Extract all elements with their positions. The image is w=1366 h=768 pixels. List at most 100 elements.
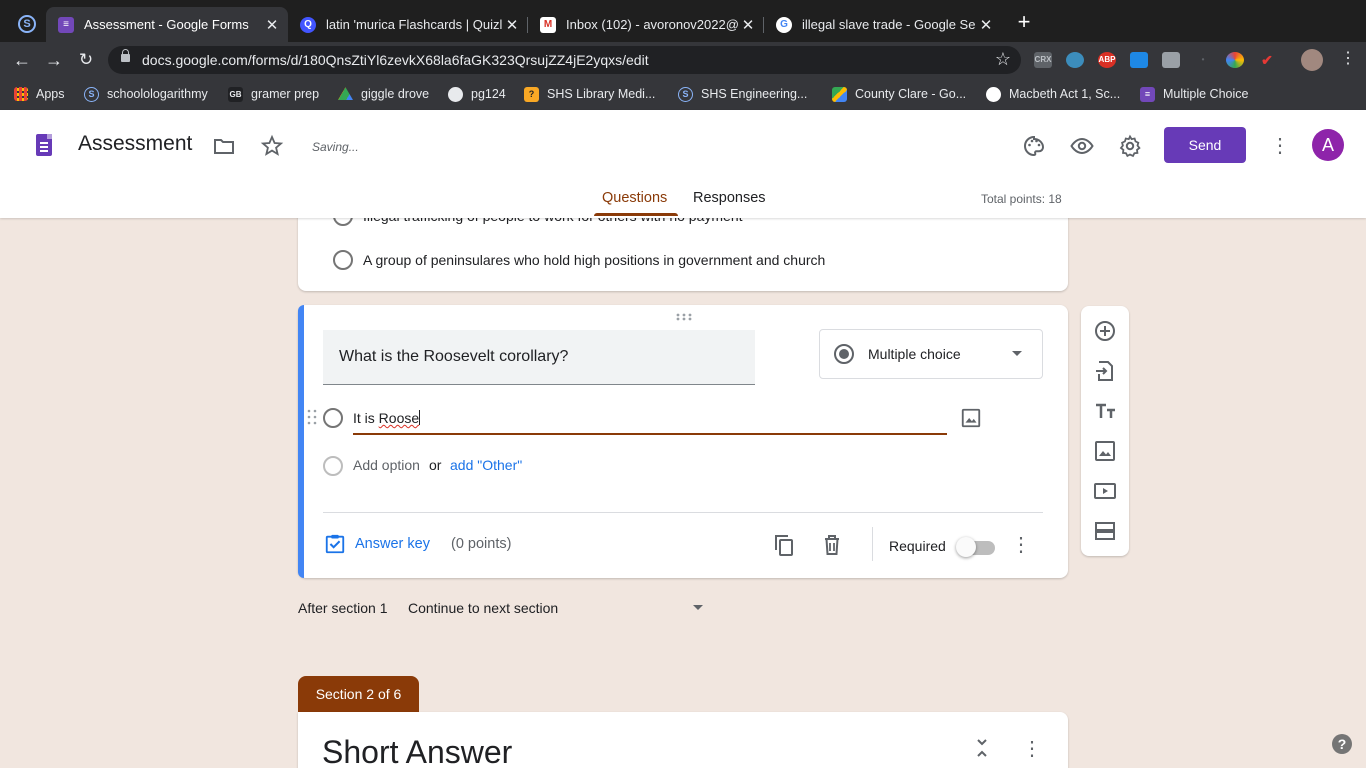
close-tab-icon[interactable]: ✕ bbox=[738, 16, 758, 34]
form-title[interactable]: Assessment bbox=[78, 132, 192, 156]
google-maps-icon bbox=[832, 86, 847, 102]
bookmark-favicon-icon bbox=[986, 86, 1001, 102]
profile-avatar[interactable] bbox=[1301, 49, 1323, 71]
answer-key-button[interactable]: Answer key bbox=[355, 536, 430, 552]
bookmark-multiple-choice[interactable]: ≡ Multiple Choice bbox=[1140, 86, 1248, 102]
forward-icon[interactable]: → bbox=[44, 50, 64, 70]
preview-eye-icon[interactable] bbox=[1070, 134, 1094, 158]
palette-icon[interactable] bbox=[1022, 134, 1046, 158]
google-icon: G bbox=[776, 16, 792, 33]
bookmark-pg124[interactable]: pg124 bbox=[448, 86, 506, 102]
option-input-text: It is Roose bbox=[353, 410, 421, 426]
tab-google-forms[interactable]: ≡ Assessment - Google Forms ✕ bbox=[46, 7, 288, 42]
more-options-icon[interactable]: ⋮ bbox=[1011, 533, 1031, 557]
tab-quizlet[interactable]: Q latin 'murica Flashcards | Quizlet ✕ bbox=[288, 7, 528, 42]
bookmark-label: pg124 bbox=[471, 87, 506, 101]
points-value: (0 points) bbox=[451, 536, 512, 552]
extension-icon[interactable]: • bbox=[1194, 52, 1212, 68]
bookmark-shs-engineering[interactable]: S SHS Engineering... bbox=[678, 86, 807, 102]
close-tab-icon[interactable]: ✕ bbox=[502, 16, 522, 34]
browser-tab-strip: S ≡ Assessment - Google Forms ✕ Q latin … bbox=[0, 0, 1366, 42]
briefcase-extension-icon[interactable] bbox=[1162, 52, 1180, 68]
google-drive-icon bbox=[338, 87, 353, 100]
add-title-text-icon[interactable] bbox=[1093, 399, 1117, 423]
section-navigation-select[interactable]: Continue to next section bbox=[408, 600, 558, 616]
google-forms-logo-icon[interactable] bbox=[36, 134, 52, 156]
misspelled-word: Roose bbox=[378, 410, 420, 426]
send-button[interactable]: Send bbox=[1164, 127, 1246, 163]
tab-google-search[interactable]: G illegal slave trade - Google Sea ✕ bbox=[764, 7, 1002, 42]
reload-icon[interactable]: ↻ bbox=[76, 50, 96, 70]
folder-icon[interactable] bbox=[212, 134, 236, 158]
bookmark-giggle-drove[interactable]: giggle drove bbox=[338, 86, 429, 102]
address-bar[interactable]: docs.google.com/forms/d/180QnsZtiYl6zevk… bbox=[108, 46, 1021, 74]
bookmark-label: County Clare - Go... bbox=[855, 87, 967, 101]
bookmark-county-clare[interactable]: County Clare - Go... bbox=[832, 86, 966, 102]
new-tab-icon[interactable]: + bbox=[1014, 11, 1034, 33]
add-video-icon[interactable] bbox=[1093, 479, 1117, 503]
total-points: Total points: 18 bbox=[981, 192, 1062, 206]
tab-title: Assessment - Google Forms bbox=[84, 17, 249, 32]
after-section-label: After section 1 bbox=[298, 600, 388, 616]
delete-trash-icon[interactable] bbox=[820, 533, 844, 557]
owl-extension-icon[interactable] bbox=[1066, 52, 1084, 68]
more-vert-icon[interactable]: ⋮ bbox=[1270, 134, 1290, 158]
question-title-field[interactable]: What is the Roosevelt corollary? bbox=[323, 330, 755, 385]
option-text-prefix: It is bbox=[353, 410, 379, 426]
option-radio[interactable] bbox=[323, 408, 343, 428]
account-avatar[interactable]: A bbox=[1312, 129, 1344, 161]
schoology-profile-icon[interactable]: S bbox=[18, 15, 36, 33]
drag-handle-icon[interactable] bbox=[676, 313, 692, 321]
add-other-button[interactable]: add "Other" bbox=[450, 457, 522, 473]
gb-icon: GB bbox=[228, 86, 243, 102]
tab-gmail[interactable]: M Inbox (102) - avoronov2022@s ✕ bbox=[528, 7, 764, 42]
answer-key-checkbox-icon[interactable] bbox=[324, 533, 346, 555]
required-label: Required bbox=[889, 538, 946, 554]
section-title[interactable]: Short Answer bbox=[322, 734, 512, 768]
question-type-dropdown[interactable]: Multiple choice bbox=[819, 329, 1043, 379]
import-questions-icon[interactable] bbox=[1093, 359, 1117, 383]
bookmarks-bar: Apps S schoolologarithmy GB gramer prep … bbox=[0, 78, 1366, 110]
bookmark-shs-library[interactable]: ? SHS Library Medi... bbox=[524, 86, 655, 102]
color-extension-icon[interactable] bbox=[1226, 52, 1244, 68]
footer-divider bbox=[872, 527, 873, 561]
radio-button-icon bbox=[834, 344, 854, 364]
bookmark-macbeth[interactable]: Macbeth Act 1, Sc... bbox=[986, 86, 1120, 102]
bookmark-star-icon[interactable]: ☆ bbox=[995, 49, 1011, 70]
option-drag-handle-icon[interactable] bbox=[307, 409, 317, 425]
add-option-button[interactable]: Add option bbox=[353, 457, 420, 473]
tab-questions[interactable]: Questions bbox=[602, 190, 667, 206]
option-text[interactable]: A group of peninsulares who hold high po… bbox=[363, 252, 825, 268]
extension-icon[interactable] bbox=[1130, 52, 1148, 68]
option-radio[interactable] bbox=[333, 250, 353, 270]
back-icon[interactable]: ← bbox=[12, 50, 32, 70]
close-tab-icon[interactable]: ✕ bbox=[262, 16, 282, 34]
adblock-plus-icon[interactable]: ABP bbox=[1098, 52, 1116, 68]
close-tab-icon[interactable]: ✕ bbox=[976, 16, 996, 34]
bookmark-apps[interactable]: Apps bbox=[14, 86, 65, 102]
apps-grid-icon bbox=[14, 87, 28, 101]
browser-menu-icon[interactable]: ⋮ bbox=[1340, 50, 1356, 68]
question-card[interactable]: What is the Roosevelt corollary? Multipl… bbox=[298, 305, 1068, 578]
add-question-icon[interactable] bbox=[1093, 319, 1117, 343]
section-2-card[interactable]: Short Answer ⋮ bbox=[298, 712, 1068, 768]
check-extension-icon[interactable]: ✔ bbox=[1258, 52, 1276, 68]
add-image-icon[interactable] bbox=[960, 407, 982, 429]
add-image-icon[interactable] bbox=[1093, 439, 1117, 463]
settings-gear-icon[interactable] bbox=[1118, 134, 1142, 158]
required-toggle-knob[interactable] bbox=[956, 537, 976, 557]
option-input[interactable]: It is Roose bbox=[353, 407, 947, 435]
bookmark-schoology[interactable]: S schoolologarithmy bbox=[84, 86, 208, 102]
tab-title: Inbox (102) - avoronov2022@s bbox=[566, 17, 738, 32]
section-more-options-icon[interactable]: ⋮ bbox=[1022, 737, 1042, 761]
tab-responses[interactable]: Responses bbox=[693, 190, 766, 206]
help-icon[interactable]: ? bbox=[1332, 734, 1352, 754]
crx-extension-icon[interactable]: CRX bbox=[1034, 52, 1052, 68]
collapse-section-icon[interactable] bbox=[974, 738, 990, 758]
bookmark-gramer-prep[interactable]: GB gramer prep bbox=[228, 86, 319, 102]
dropdown-arrow-icon[interactable] bbox=[693, 605, 703, 610]
star-icon[interactable] bbox=[260, 134, 284, 158]
add-section-icon[interactable] bbox=[1093, 519, 1117, 543]
duplicate-icon[interactable] bbox=[772, 533, 796, 557]
tab-title: latin 'murica Flashcards | Quizlet bbox=[326, 17, 502, 32]
